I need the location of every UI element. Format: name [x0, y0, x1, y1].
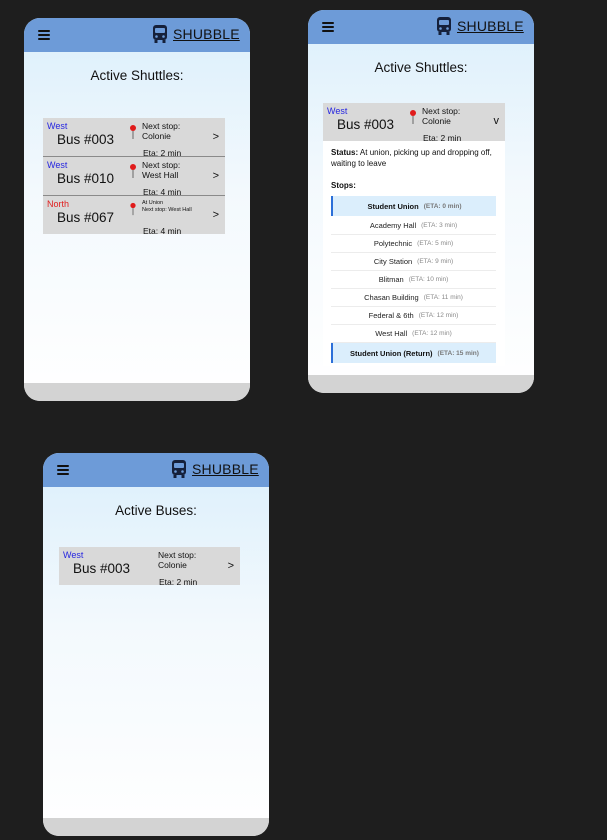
next-stop: Next stop: Colonie: [142, 121, 180, 141]
stop-eta: (ETA: 11 min): [423, 294, 463, 301]
stop-eta: (ETA: 12 min): [412, 330, 452, 337]
bus-number: Bus #003: [73, 561, 131, 576]
bus-number: Bus #003: [57, 132, 115, 147]
bus-number: Bus #010: [57, 171, 115, 186]
next-stop-name: West Hall: [142, 170, 179, 180]
map-pin-icon: [130, 202, 136, 216]
next-stop: At Union Next stop: West Hall: [142, 200, 192, 214]
chevron-right-icon[interactable]: >: [213, 209, 219, 221]
stop-name: Blitman: [378, 275, 404, 284]
stop-name: West Hall: [375, 329, 408, 338]
app-header: SHUBBLE: [24, 18, 250, 52]
next-stop-label: Next stop:: [142, 121, 181, 131]
page-title: Active Shuttles:: [374, 60, 468, 75]
stop-item-return[interactable]: Student Union (Return) (ETA: 15 min): [331, 343, 496, 363]
next-stop: Next stop: Colonie: [158, 550, 196, 570]
stop-name: Academy Hall: [369, 221, 417, 230]
brand-logo[interactable]: SHUBBLE: [171, 459, 259, 479]
status-label: Status:: [331, 148, 359, 157]
next-stop: Next stop: Colonie: [422, 106, 460, 126]
stop-eta: (ETA: 5 min): [417, 240, 454, 247]
stop-item[interactable]: Chasan Building (ETA: 11 min): [331, 289, 496, 307]
next-stop: Next stop: West Hall: [142, 160, 180, 180]
phone-screen-active-buses: SHUBBLE Active Buses: West Bus #003 Next…: [43, 453, 269, 836]
bus-direction: West: [63, 550, 84, 560]
stop-eta: (ETA: 15 min): [437, 349, 479, 357]
bus-icon: [153, 25, 167, 43]
bus-row[interactable]: West Bus #003 Next stop: Colonie Eta: 2 m…: [43, 118, 225, 158]
map-pin-icon: [130, 164, 136, 178]
next-stop-label: Next stop:: [142, 160, 181, 170]
stop-name: Federal & 6th: [368, 311, 414, 320]
stop-item[interactable]: West Hall (ETA: 12 min): [331, 325, 496, 343]
bus-icon: [437, 17, 451, 35]
hamburger-menu-icon[interactable]: [57, 465, 69, 475]
next-stop-name: Colonie: [158, 560, 187, 570]
bus-direction: West: [327, 106, 348, 116]
stop-item[interactable]: City Station (ETA: 9 min): [331, 253, 496, 271]
stop-name: City Station: [373, 257, 413, 266]
stop-eta: (ETA: 12 min): [418, 312, 459, 319]
map-pin-icon: [130, 125, 136, 139]
phone-screen-shuttle-detail: SHUBBLE Active Shuttles: West Bus #003 N…: [308, 10, 534, 393]
bus-status: Status: At union, picking up and droppin…: [331, 147, 501, 169]
brand-logo[interactable]: SHUBBLE: [152, 24, 240, 44]
next-stop-label: At Union: [142, 200, 164, 206]
next-stop-label: Next stop:: [158, 550, 197, 560]
bus-direction: West: [47, 160, 68, 170]
stop-name: Polytechnic: [373, 239, 413, 248]
stop-item-current[interactable]: Student Union (ETA: 0 min): [331, 196, 496, 216]
brand-name: SHUBBLE: [192, 461, 259, 477]
app-header: SHUBBLE: [43, 453, 269, 487]
bus-direction: West: [47, 121, 68, 131]
chevron-right-icon[interactable]: >: [213, 170, 219, 182]
stop-name: Chasan Building: [364, 293, 419, 302]
bus-eta: Eta: 4 min: [143, 226, 182, 236]
page-title: Active Buses:: [115, 503, 197, 518]
app-header: SHUBBLE: [308, 10, 534, 44]
hamburger-menu-icon[interactable]: [38, 30, 50, 40]
bus-eta: Eta: 2 min: [159, 577, 198, 587]
next-stop-label: Next stop:: [422, 106, 461, 116]
chevron-down-icon[interactable]: v: [494, 115, 500, 127]
stop-eta: (ETA: 0 min): [423, 202, 462, 210]
bus-row[interactable]: West Bus #010 Next stop: West Hall Eta: 4…: [43, 157, 225, 197]
brand-name: SHUBBLE: [457, 18, 524, 34]
stop-item[interactable]: Polytechnic (ETA: 5 min): [331, 235, 496, 253]
bottom-bar: [43, 818, 269, 836]
bus-icon: [172, 460, 186, 478]
bus-row[interactable]: North Bus #067 At Union Next stop: West H…: [43, 196, 225, 236]
next-stop-name: Next stop: West Hall: [142, 207, 192, 213]
stop-eta: (ETA: 9 min): [417, 258, 454, 265]
stop-item[interactable]: Academy Hall (ETA: 3 min): [331, 217, 496, 235]
bus-number: Bus #067: [57, 210, 115, 225]
stop-name: Student Union (Return): [350, 348, 433, 358]
stop-name: Student Union: [367, 201, 419, 211]
bus-direction: North: [47, 199, 70, 209]
stop-eta: (ETA: 10 min): [408, 276, 449, 283]
bus-number: Bus #003: [337, 117, 395, 132]
next-stop-name: Colonie: [142, 131, 171, 141]
brand-name: SHUBBLE: [173, 26, 240, 42]
map-pin-icon: [410, 110, 416, 124]
hamburger-menu-icon[interactable]: [322, 22, 334, 32]
bus-card[interactable]: West Bus #003 Next stop: Colonie Eta: 2 m…: [59, 547, 240, 587]
stop-item[interactable]: Federal & 6th (ETA: 12 min): [331, 307, 496, 325]
phone-screen-active-shuttles: SHUBBLE Active Shuttles: West Bus #003 N…: [24, 18, 250, 401]
page-title: Active Shuttles:: [90, 68, 184, 83]
chevron-right-icon[interactable]: >: [213, 131, 219, 143]
brand-logo[interactable]: SHUBBLE: [436, 16, 524, 36]
chevron-right-icon[interactable]: >: [228, 560, 234, 572]
bottom-bar: [308, 375, 534, 393]
stops-label: Stops:: [331, 181, 356, 190]
stop-item[interactable]: Blitman (ETA: 10 min): [331, 271, 496, 289]
bus-card-list: West Bus #003 Next stop: Colonie Eta: 2 m…: [43, 118, 225, 236]
bottom-bar: [24, 383, 250, 401]
stop-eta: (ETA: 3 min): [421, 222, 458, 229]
bus-detail-panel: Status: At union, picking up and droppin…: [323, 141, 505, 366]
next-stop-name: Colonie: [422, 116, 451, 126]
bus-card-expanded[interactable]: West Bus #003 Next stop: Colonie Eta: 2 m…: [323, 103, 505, 143]
